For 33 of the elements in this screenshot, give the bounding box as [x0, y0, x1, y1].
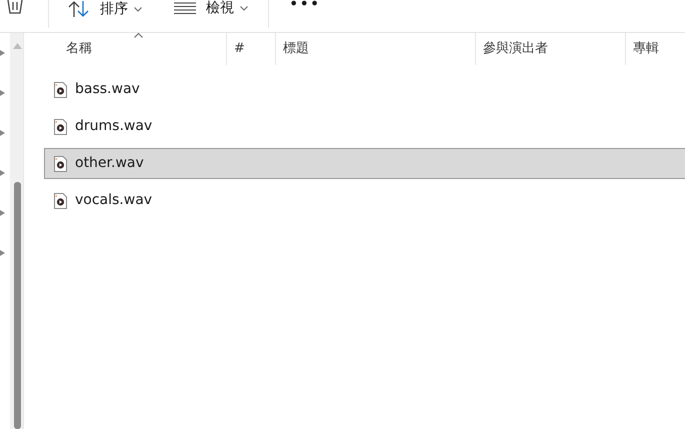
expand-arrow-icon[interactable] — [0, 130, 6, 136]
expand-arrow-icon[interactable] — [0, 170, 6, 176]
file-row[interactable]: bass.wav — [44, 74, 685, 105]
audio-file-icon — [54, 82, 67, 98]
file-name: vocals.wav — [75, 191, 152, 210]
column-header[interactable]: 標題 — [275, 33, 475, 65]
sort-button[interactable]: 排序 — [68, 0, 142, 18]
column-header[interactable]: # — [226, 33, 275, 65]
column-header[interactable]: 名稱 — [44, 33, 226, 65]
more-button[interactable]: ••• — [289, 0, 320, 12]
view-button[interactable]: 檢視 — [174, 0, 248, 16]
audio-file-icon — [54, 118, 67, 134]
file-name: bass.wav — [75, 80, 140, 99]
expand-arrow-icon[interactable] — [0, 250, 6, 256]
chevron-down-icon — [240, 6, 248, 10]
menu-icon — [174, 2, 196, 14]
file-name: drums.wav — [75, 117, 152, 136]
sort-icon — [68, 0, 90, 18]
trash-icon[interactable] — [7, 0, 23, 14]
audio-file-icon — [54, 192, 67, 208]
file-row[interactable]: other.wav — [44, 148, 685, 179]
column-header[interactable]: 專輯 — [625, 33, 685, 65]
scroll-thumb[interactable] — [14, 182, 21, 429]
file-name: other.wav — [75, 154, 144, 173]
expand-arrow-icon[interactable] — [0, 50, 6, 56]
file-row[interactable]: drums.wav — [44, 111, 685, 142]
file-row[interactable]: vocals.wav — [44, 185, 685, 216]
expand-arrow-icon[interactable] — [0, 90, 6, 96]
column-header[interactable]: 參與演出者 — [475, 33, 625, 65]
chevron-down-icon — [134, 6, 142, 12]
scrollbar[interactable] — [10, 33, 24, 429]
audio-file-icon — [54, 156, 67, 172]
expand-arrow-icon[interactable] — [0, 210, 6, 216]
